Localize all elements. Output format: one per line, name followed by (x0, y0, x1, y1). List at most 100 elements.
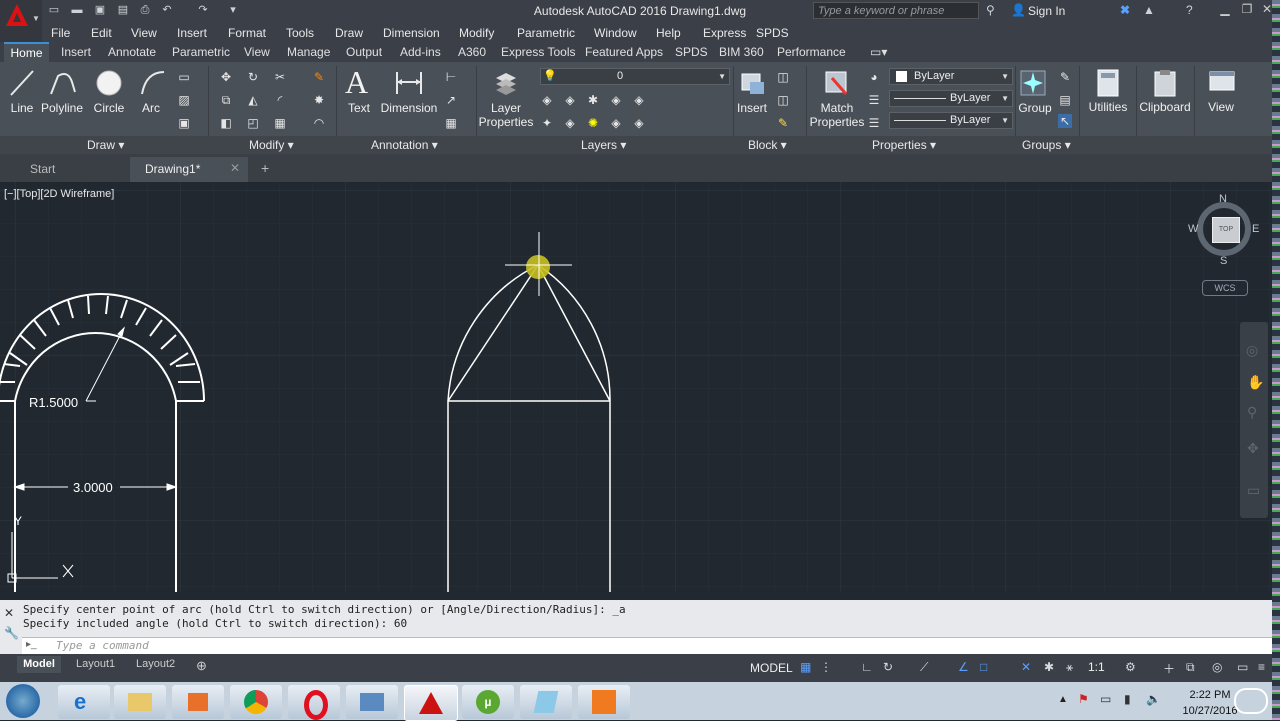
exchange-icon[interactable]: ✖ (1120, 3, 1130, 17)
save-as-icon[interactable]: ▤ (116, 3, 130, 17)
arc-button[interactable]: Arc (134, 101, 168, 115)
snap-icon[interactable]: ⋮ (820, 660, 832, 674)
tab-bim-360[interactable]: BIM 360 (719, 45, 764, 59)
edit-block-icon[interactable]: ◫ (776, 93, 790, 107)
close-icon[interactable]: ✕ (230, 161, 240, 175)
lineweight-dropdown[interactable]: ByLayer ▼ (889, 112, 1013, 129)
text-icon[interactable]: A (345, 64, 368, 101)
menu-dimension[interactable]: Dimension (383, 26, 440, 40)
chrome-icon[interactable] (230, 685, 282, 719)
boundary-icon[interactable]: ▣ (177, 116, 191, 130)
tab-spds[interactable]: SPDS (675, 45, 708, 59)
internet-explorer-icon[interactable]: e (58, 685, 110, 719)
dimension-button[interactable]: Dimension (380, 101, 438, 115)
viewcube-top-face[interactable]: TOP (1212, 217, 1240, 243)
circle-button[interactable]: Circle (88, 101, 130, 115)
help-icon[interactable]: ? (1186, 3, 1193, 17)
wrench-icon[interactable]: 🔧 (4, 626, 19, 640)
polyline-button[interactable]: Polyline (38, 101, 86, 115)
device-icon[interactable]: ▭ (1100, 692, 1111, 706)
linetype-dropdown[interactable]: ByLayer ▼ (889, 90, 1013, 107)
redo-icon[interactable]: ↷ (196, 3, 210, 17)
save-icon[interactable]: ▣ (93, 3, 107, 17)
tab-express-tools[interactable]: Express Tools (501, 45, 575, 59)
close-icon[interactable]: ✕ (4, 606, 14, 620)
tab-performance[interactable]: Performance (777, 45, 846, 59)
layer-dropdown[interactable]: 💡 0 ▼ (540, 68, 730, 85)
tab-a360[interactable]: A360 (458, 45, 486, 59)
clipboard-button[interactable]: Clipboard (1138, 100, 1192, 114)
insert-button[interactable]: Insert (734, 101, 770, 115)
multileader-icon[interactable]: ↗ (444, 93, 458, 107)
command-prompt-icon[interactable]: ▸_ (26, 639, 37, 650)
panel-groups[interactable]: Groups ▾ (1022, 138, 1071, 152)
layer-freeze-icon[interactable]: ✱ (586, 93, 600, 107)
tab-annotate[interactable]: Annotate (108, 45, 156, 59)
auto-scale-icon[interactable]: ✱ (1044, 660, 1054, 674)
polyline-icon[interactable] (48, 68, 78, 98)
ribbon-options-icon[interactable]: ▭▾ (870, 45, 887, 59)
opera-icon[interactable] (288, 685, 340, 720)
model-space-button[interactable]: MODEL (750, 661, 793, 675)
application-menu-button[interactable]: ▼ (0, 0, 42, 42)
match-properties-button[interactable]: Match Properties (808, 101, 866, 129)
layer-unisolate-icon[interactable]: ◈ (563, 116, 577, 130)
menu-modify[interactable]: Modify (459, 26, 494, 40)
menu-spds[interactable]: SPDS (756, 26, 789, 40)
autocad-taskbar-icon[interactable] (404, 685, 458, 721)
rectangle-icon[interactable]: ▭ (177, 70, 191, 84)
network-app-icon[interactable] (346, 685, 398, 719)
tab-layout1[interactable]: Layout1 (76, 658, 115, 670)
annotation-scale-icon[interactable]: ⚹ (1066, 660, 1073, 675)
menu-file[interactable]: File (51, 26, 70, 40)
view-icon[interactable] (1208, 70, 1236, 94)
osnap-icon[interactable]: □ (980, 660, 987, 674)
panel-draw[interactable]: Draw ▾ (87, 138, 124, 152)
layer-thaw-icon[interactable]: ✺ (586, 116, 600, 130)
zoom-icon[interactable]: ⚲ (1247, 404, 1257, 421)
tab-featured-apps[interactable]: Featured Apps (585, 45, 663, 59)
create-block-icon[interactable]: ◫ (776, 70, 790, 84)
notepad-icon[interactable] (520, 685, 572, 719)
fillet-icon[interactable]: ◜ (273, 93, 287, 107)
command-input[interactable]: ▸_ Type a command (22, 637, 1274, 654)
layer-properties-button[interactable]: Layer Properties (476, 101, 536, 129)
tab-layout2[interactable]: Layout2 (136, 658, 175, 670)
text-button[interactable]: Text (340, 101, 378, 115)
ortho-icon[interactable]: ∟ (861, 660, 873, 674)
new-file-icon[interactable]: ▭ (47, 3, 61, 17)
hardware-acceleration-icon[interactable]: ◎ (1212, 660, 1222, 674)
object-snap-tracking-icon[interactable]: ∠ (958, 660, 969, 674)
tab-output[interactable]: Output (346, 45, 382, 59)
orbit-icon[interactable]: ✥ (1247, 440, 1259, 457)
workspace-gear-icon[interactable]: ⚙ (1125, 660, 1136, 674)
menu-help[interactable]: Help (656, 26, 681, 40)
rotate-icon[interactable]: ↻ (246, 70, 260, 84)
scale-icon[interactable]: ◰ (246, 116, 260, 130)
calculator-icon[interactable] (1095, 68, 1121, 98)
layer-current-icon[interactable]: ✦ (540, 116, 554, 130)
panel-layers[interactable]: Layers ▾ (581, 138, 626, 152)
ungroup-icon[interactable]: ✎ (1058, 70, 1072, 84)
group-button[interactable]: Group (1016, 101, 1054, 115)
layer-off-icon[interactable]: ◈ (540, 93, 554, 107)
network-icon[interactable]: ▮ (1124, 692, 1131, 706)
open-file-icon[interactable]: ▬ (70, 3, 84, 17)
insert-block-icon[interactable] (738, 68, 768, 98)
layer-lock-icon[interactable]: ◈ (609, 93, 623, 107)
action-center-icon[interactable]: ⚑ (1078, 692, 1089, 706)
menu-insert[interactable]: Insert (177, 26, 207, 40)
add-layout-icon[interactable]: ⊕ (196, 658, 207, 674)
utilities-button[interactable]: Utilities (1084, 100, 1132, 114)
layer-previous-icon[interactable]: ◈ (632, 116, 646, 130)
tab-parametric[interactable]: Parametric (172, 45, 230, 59)
autodesk-a360-icon[interactable]: ▲ (1143, 3, 1155, 17)
viewcube-east[interactable]: E (1252, 223, 1259, 235)
tab-drawing1[interactable]: Drawing1* ✕ (130, 157, 248, 182)
utorrent-icon[interactable]: µ (462, 685, 514, 719)
menu-draw[interactable]: Draw (335, 26, 363, 40)
recorder-icon[interactable] (578, 685, 630, 719)
annotation-visibility-icon[interactable]: ✕ (1021, 660, 1031, 674)
restore-button[interactable]: ❐ (1236, 2, 1258, 18)
tab-model[interactable]: Model (17, 656, 61, 673)
